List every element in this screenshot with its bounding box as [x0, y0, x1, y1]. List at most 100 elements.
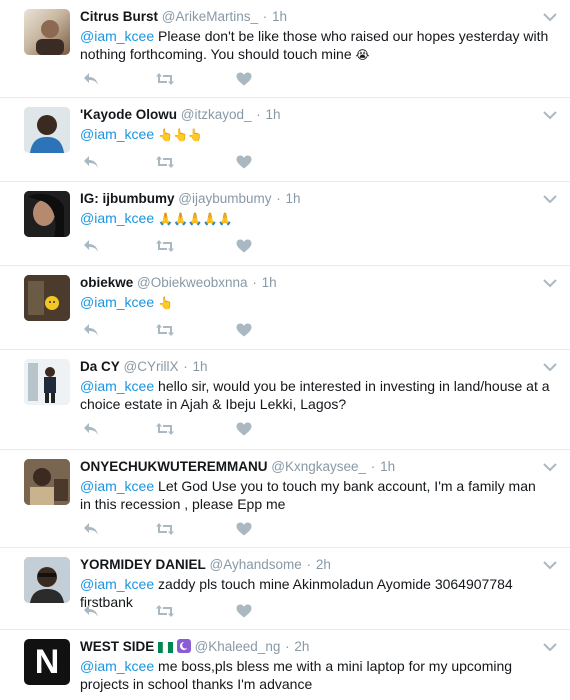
heart-icon[interactable] [233, 153, 255, 171]
avatar[interactable] [24, 107, 70, 153]
reply-icon[interactable] [80, 520, 102, 538]
tweet-header: Citrus Burst @ArikeMartins_ · 1h [80, 9, 287, 24]
tweet[interactable]: 'Kayode Olowu @itzkayod_ · 1h @iam_kcee … [0, 98, 570, 182]
reply-icon[interactable] [80, 237, 102, 255]
avatar[interactable] [24, 359, 70, 405]
user-handle[interactable]: @Obiekweobxnna [137, 275, 248, 290]
chevron-down-icon[interactable] [542, 360, 558, 372]
user-handle[interactable]: @CYrillX [124, 359, 179, 374]
avatar[interactable] [24, 275, 70, 321]
display-name[interactable]: Da CY [80, 359, 120, 374]
crescent-badge-icon [176, 639, 191, 656]
tweet[interactable]: YORMIDEY DANIEL @Ayhandsome · 2h @iam_kc… [0, 548, 570, 630]
timestamp[interactable]: 1h [380, 459, 395, 474]
tweet[interactable]: IG: ijbumbumy @ijaybumbumy · 1h @iam_kce… [0, 182, 570, 266]
separator-dot: · [306, 557, 312, 572]
nigeria-flag-icon [158, 641, 174, 656]
tweet-actions [80, 420, 280, 438]
heart-icon[interactable] [233, 321, 255, 339]
user-handle[interactable]: @ArikeMartins_ [162, 9, 258, 24]
tweet-actions [80, 520, 280, 538]
chevron-down-icon[interactable] [542, 460, 558, 472]
retweet-icon[interactable] [154, 237, 176, 255]
chevron-down-icon[interactable] [542, 558, 558, 570]
avatar[interactable] [24, 9, 70, 55]
display-name[interactable]: YORMIDEY DANIEL [80, 557, 206, 572]
mention-link[interactable]: @iam_kcee [80, 28, 154, 44]
display-name[interactable]: 'Kayode Olowu [80, 107, 177, 122]
user-handle[interactable]: @Kxngkaysee_ [271, 459, 366, 474]
mention-link[interactable]: @iam_kcee [80, 378, 154, 394]
tweet[interactable]: Citrus Burst @ArikeMartins_ · 1h @iam_kc… [0, 0, 570, 98]
user-handle[interactable]: @ijaybumbumy [178, 191, 271, 206]
tweet[interactable]: obiekwe @Obiekweobxnna · 1h @iam_kcee 👆 [0, 266, 570, 350]
mention-link[interactable]: @iam_kcee [80, 576, 154, 592]
emoji: 🙏🙏🙏🙏🙏 [158, 212, 233, 226]
chevron-down-icon[interactable] [542, 276, 558, 288]
tweet[interactable]: Da CY @CYrillX · 1h @iam_kcee hello sir,… [0, 350, 570, 450]
timestamp[interactable]: 1h [272, 9, 287, 24]
avatar[interactable] [24, 557, 70, 603]
avatar-letter: N [34, 643, 60, 681]
separator-dot: · [256, 107, 261, 122]
retweet-icon[interactable] [154, 70, 176, 88]
mention-link[interactable]: @iam_kcee [80, 294, 154, 310]
avatar[interactable]: N [24, 639, 70, 685]
user-handle[interactable]: @Khaleed_ng [195, 639, 281, 654]
retweet-icon[interactable] [154, 153, 176, 171]
tweet-header: obiekwe @Obiekweobxnna · 1h [80, 275, 277, 290]
display-name[interactable]: ONYECHUKWUTEREMMANU [80, 459, 268, 474]
mention-link[interactable]: @iam_kcee [80, 210, 154, 226]
retweet-icon[interactable] [154, 602, 176, 620]
tweet[interactable]: ONYECHUKWUTEREMMANU @Kxngkaysee_ · 1h @i… [0, 450, 570, 548]
user-handle[interactable]: @Ayhandsome [210, 557, 302, 572]
tweet-text: @iam_kcee 👆 [80, 293, 550, 311]
retweet-icon[interactable] [154, 321, 176, 339]
chevron-down-icon[interactable] [542, 192, 558, 204]
reply-icon[interactable] [80, 153, 102, 171]
retweet-icon[interactable] [154, 520, 176, 538]
separator-dot: · [276, 191, 281, 206]
heart-icon[interactable] [233, 520, 255, 538]
chevron-down-icon[interactable] [542, 10, 558, 22]
tweet-actions [80, 153, 280, 171]
timestamp[interactable]: 2h [294, 639, 309, 654]
display-name[interactable]: Citrus Burst [80, 9, 158, 24]
chevron-down-icon[interactable] [542, 108, 558, 120]
timestamp[interactable]: 2h [316, 557, 331, 572]
reply-icon[interactable] [80, 420, 102, 438]
tweet-header: Da CY @CYrillX · 1h [80, 359, 208, 374]
timestamp[interactable]: 1h [286, 191, 301, 206]
emoji: 😭 [355, 48, 370, 62]
heart-icon[interactable] [233, 420, 255, 438]
mention-link[interactable]: @iam_kcee [80, 658, 154, 674]
tweet-actions [80, 70, 280, 88]
heart-icon[interactable] [233, 70, 255, 88]
heart-icon[interactable] [233, 602, 255, 620]
mention-link[interactable]: @iam_kcee [80, 126, 154, 142]
avatar[interactable] [24, 459, 70, 505]
reply-icon[interactable] [80, 70, 102, 88]
display-name[interactable]: IG: ijbumbumy [80, 191, 175, 206]
chevron-down-icon[interactable] [542, 640, 558, 652]
separator-dot: · [252, 275, 257, 290]
tweet-actions [80, 602, 280, 620]
tweet-header: WEST SIDE @Khaleed_ng · 2h [80, 639, 309, 656]
timestamp[interactable]: 1h [262, 275, 277, 290]
reply-icon[interactable] [80, 321, 102, 339]
emoji: 👆 [158, 296, 173, 310]
reply-icon[interactable] [80, 602, 102, 620]
avatar[interactable] [24, 191, 70, 237]
tweet-text: @iam_kcee 🙏🙏🙏🙏🙏 [80, 209, 550, 227]
retweet-icon[interactable] [154, 420, 176, 438]
display-name[interactable]: obiekwe [80, 275, 133, 290]
user-handle[interactable]: @itzkayod_ [181, 107, 252, 122]
display-name[interactable]: WEST SIDE [80, 639, 154, 654]
heart-icon[interactable] [233, 237, 255, 255]
timestamp[interactable]: 1h [266, 107, 281, 122]
mention-link[interactable]: @iam_kcee [80, 478, 154, 494]
timestamp[interactable]: 1h [193, 359, 208, 374]
tweet-text: @iam_kcee hello sir, would you be intere… [80, 377, 550, 413]
separator-dot: · [183, 359, 188, 374]
tweet[interactable]: N WEST SIDE @Khaleed_ng · 2h @iam_kcee m… [0, 630, 570, 700]
